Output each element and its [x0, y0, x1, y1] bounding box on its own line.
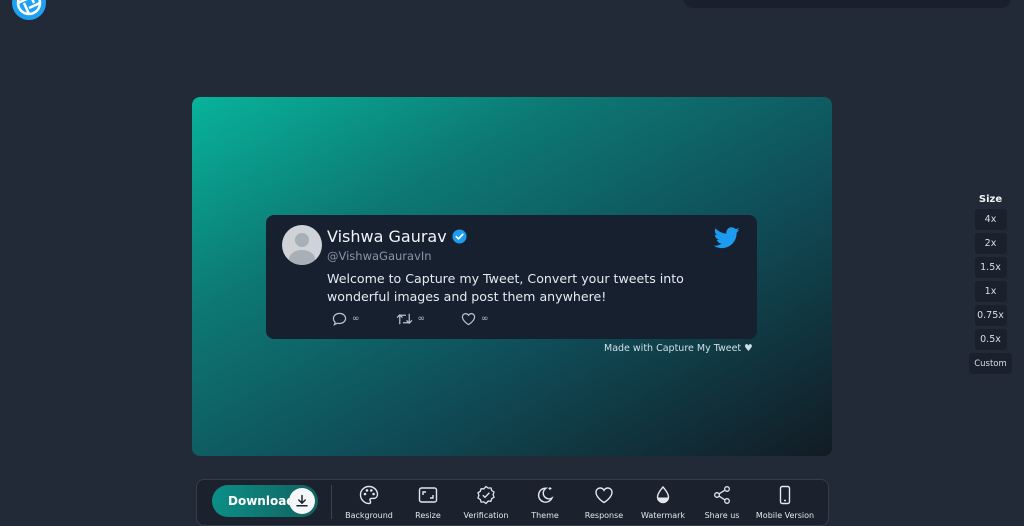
verification-label: Verification — [463, 511, 509, 520]
tweet-card: Vishwa Gaurav @VishwaGauravIn Welcome to… — [266, 215, 757, 339]
bottom-toolbar: Download Background Resize Verification — [196, 479, 829, 526]
size-panel: Size 4x 2x 1.5x 1x 0.75x 0.5x Custom — [968, 194, 1013, 377]
response-label: Response — [584, 511, 624, 520]
twitter-bird-icon — [714, 227, 740, 249]
resize-label: Resize — [415, 511, 441, 520]
droplet-icon — [656, 485, 670, 504]
size-option-0-5x[interactable]: 0.5x — [974, 329, 1007, 350]
moon-stars-icon — [537, 487, 554, 503]
download-icon — [289, 488, 315, 514]
heart-icon: ♥ — [744, 343, 753, 354]
avatar — [282, 225, 322, 265]
retweet-icon — [396, 313, 412, 325]
smartphone-icon — [779, 485, 791, 505]
app-logo[interactable] — [12, 0, 46, 20]
camera-shutter-icon — [16, 0, 42, 16]
theme-tool[interactable]: Theme — [515, 485, 575, 520]
background-tool[interactable]: Background — [339, 485, 399, 520]
download-label: Download — [228, 494, 295, 508]
author-handle: @VishwaGauravIn — [327, 249, 432, 263]
watermark: Made with Capture My Tweet ♥ — [604, 343, 753, 354]
retweet-count: ∞ — [417, 314, 426, 324]
like-count: ∞ — [481, 314, 489, 324]
share-label: Share us — [704, 511, 740, 520]
size-option-4x[interactable]: 4x — [974, 209, 1007, 230]
reply-icon — [332, 312, 347, 326]
verification-badge-icon — [477, 485, 495, 505]
tweet-canvas: Vishwa Gaurav @VishwaGauravIn Welcome to… — [192, 97, 832, 456]
like-action: ∞ — [461, 312, 489, 326]
tweet-actions: ∞ ∞ ∞ — [332, 312, 489, 326]
share-icon — [714, 486, 730, 504]
palette-icon — [359, 485, 379, 505]
mobile-version-label: Mobile Version — [755, 511, 815, 520]
tweet-text: Welcome to Capture my Tweet, Convert you… — [327, 271, 684, 304]
resize-tool[interactable]: Resize — [398, 485, 458, 520]
size-option-0-75x[interactable]: 0.75x — [974, 305, 1007, 326]
background-label: Background — [345, 511, 393, 520]
verification-tool[interactable]: Verification — [456, 485, 516, 520]
top-nav-bar — [683, 0, 1011, 8]
reply-action: ∞ — [332, 312, 360, 326]
size-option-2x[interactable]: 2x — [974, 233, 1007, 254]
author-name-text: Vishwa Gaurav — [327, 227, 447, 246]
author-name: Vishwa Gaurav — [327, 227, 467, 246]
share-tool[interactable]: Share us — [692, 485, 752, 520]
toolbar-divider — [331, 485, 332, 519]
response-tool[interactable]: Response — [574, 485, 634, 520]
watermark-tool[interactable]: Watermark — [633, 485, 693, 520]
default-avatar-icon — [289, 233, 315, 265]
like-icon — [461, 312, 476, 326]
size-option-1-5x[interactable]: 1.5x — [974, 257, 1007, 278]
size-title: Size — [978, 194, 1003, 205]
watermark-text: Made with Capture My Tweet — [604, 343, 742, 354]
theme-label: Theme — [531, 511, 559, 520]
resize-icon — [418, 487, 438, 503]
reply-count: ∞ — [352, 314, 360, 324]
download-button[interactable]: Download — [212, 485, 318, 517]
retweet-action: ∞ — [396, 312, 426, 326]
watermark-label: Watermark — [640, 511, 686, 520]
size-option-1x[interactable]: 1x — [974, 281, 1007, 302]
size-option-custom[interactable]: Custom — [969, 353, 1012, 374]
verified-badge-icon — [452, 229, 467, 244]
heart-outline-icon — [595, 487, 613, 504]
mobile-version-tool[interactable]: Mobile Version — [755, 485, 815, 520]
